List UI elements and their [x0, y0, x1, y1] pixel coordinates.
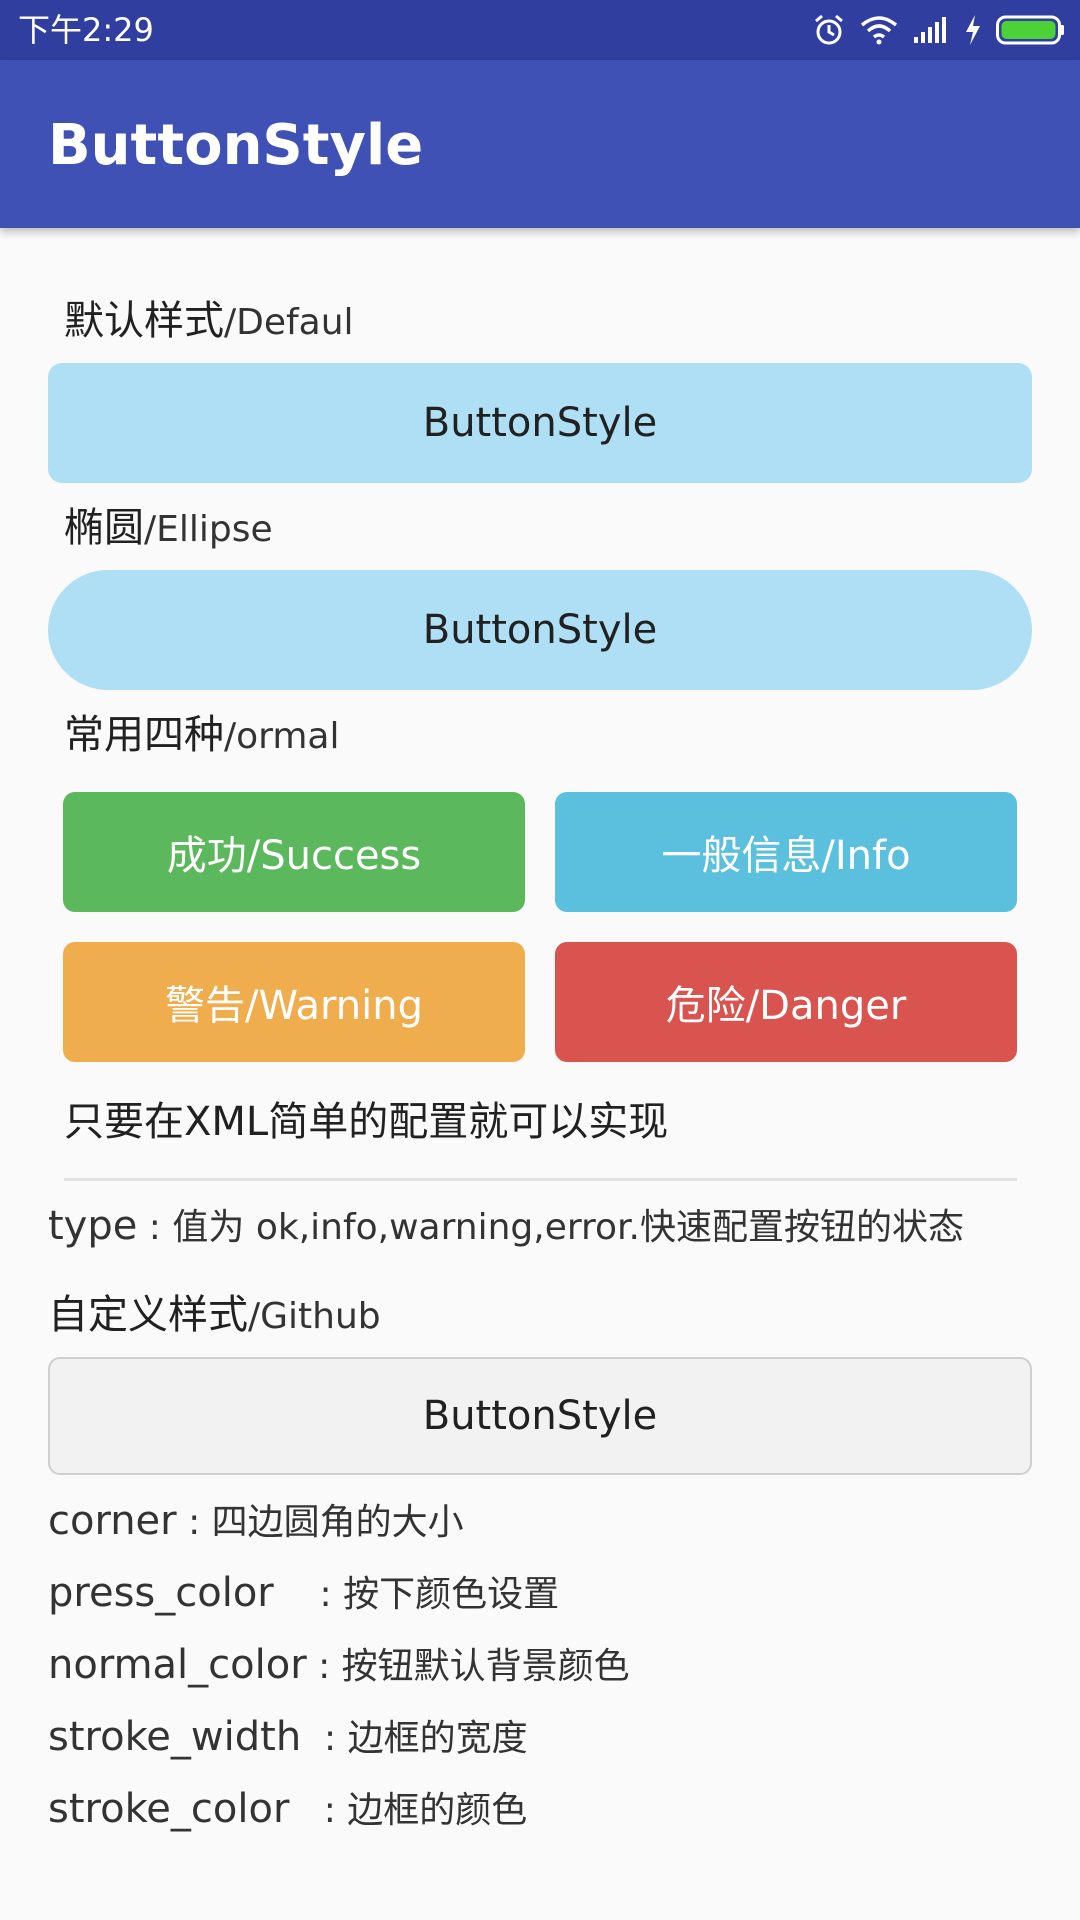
custom-style-label-cn: 自定义样式 — [48, 1292, 248, 1338]
type-property: type : 值为 ok,info,warning,error.快速配置按钮的状… — [48, 1201, 964, 1253]
property-desc: : 按下颜色设置 — [273, 1574, 560, 1615]
type-property-key: type — [48, 1203, 138, 1249]
github-style-button[interactable]: ButtonStyle — [48, 1357, 1032, 1475]
xml-config-note: 只要在XML简单的配置就可以实现 — [64, 1099, 669, 1145]
type-property-desc: : 值为 ok,info,warning,error.快速配置按钮的状态 — [137, 1207, 964, 1248]
property-press-color: press_color : 按下颜色设置 — [48, 1568, 559, 1620]
normal-style-label-en: /ormal — [224, 716, 340, 757]
property-key: corner — [48, 1498, 177, 1544]
property-normal-color: normal_color : 按钮默认背景颜色 — [48, 1640, 630, 1692]
status-icons — [812, 10, 1066, 50]
wifi-icon — [860, 15, 898, 45]
signal-icon — [912, 15, 950, 45]
danger-button[interactable]: 危险/Danger — [555, 942, 1017, 1062]
property-desc: : 四边圆角的大小 — [176, 1502, 464, 1543]
divider — [64, 1178, 1017, 1181]
default-style-label-cn: 默认样式 — [64, 298, 224, 344]
info-button[interactable]: 一般信息/Info — [555, 792, 1017, 912]
status-time: 下午2:29 — [18, 11, 154, 49]
app-title: ButtonStyle — [48, 113, 424, 178]
ellipse-style-label-en: /Ellipse — [144, 509, 273, 550]
normal-style-label: 常用四种/ormal — [64, 711, 339, 761]
property-desc: : 边框的颜色 — [289, 1790, 528, 1831]
custom-style-label: 自定义样式/Github — [48, 1289, 381, 1343]
normal-style-label-cn: 常用四种 — [64, 712, 224, 758]
property-corner: corner : 四边圆角的大小 — [48, 1496, 464, 1548]
default-style-label: 默认样式/Defaul — [64, 297, 354, 347]
property-desc: : 边框的宽度 — [301, 1718, 528, 1759]
battery-icon — [996, 15, 1066, 45]
ellipse-style-button[interactable]: ButtonStyle — [48, 570, 1032, 690]
alarm-icon — [812, 13, 846, 47]
property-key: stroke_width — [48, 1714, 302, 1760]
property-stroke-color: stroke_color : 边框的颜色 — [48, 1784, 527, 1836]
default-style-label-en: /Defaul — [224, 302, 354, 343]
property-desc: : 按钮默认背景颜色 — [306, 1646, 630, 1687]
property-key: stroke_color — [48, 1786, 290, 1832]
success-button[interactable]: 成功/Success — [63, 792, 525, 912]
charging-icon — [964, 14, 982, 46]
property-key: normal_color — [48, 1642, 307, 1688]
default-style-button[interactable]: ButtonStyle — [48, 363, 1032, 483]
status-bar: 下午2:29 — [0, 0, 1080, 60]
custom-style-label-en: /Github — [248, 1296, 381, 1337]
ellipse-style-label-cn: 椭圆 — [64, 505, 144, 551]
app-bar: ButtonStyle — [0, 60, 1080, 228]
property-stroke-width: stroke_width : 边框的宽度 — [48, 1712, 528, 1764]
property-key: press_color — [48, 1570, 274, 1616]
ellipse-style-label: 椭圆/Ellipse — [64, 504, 273, 554]
warning-button[interactable]: 警告/Warning — [63, 942, 525, 1062]
